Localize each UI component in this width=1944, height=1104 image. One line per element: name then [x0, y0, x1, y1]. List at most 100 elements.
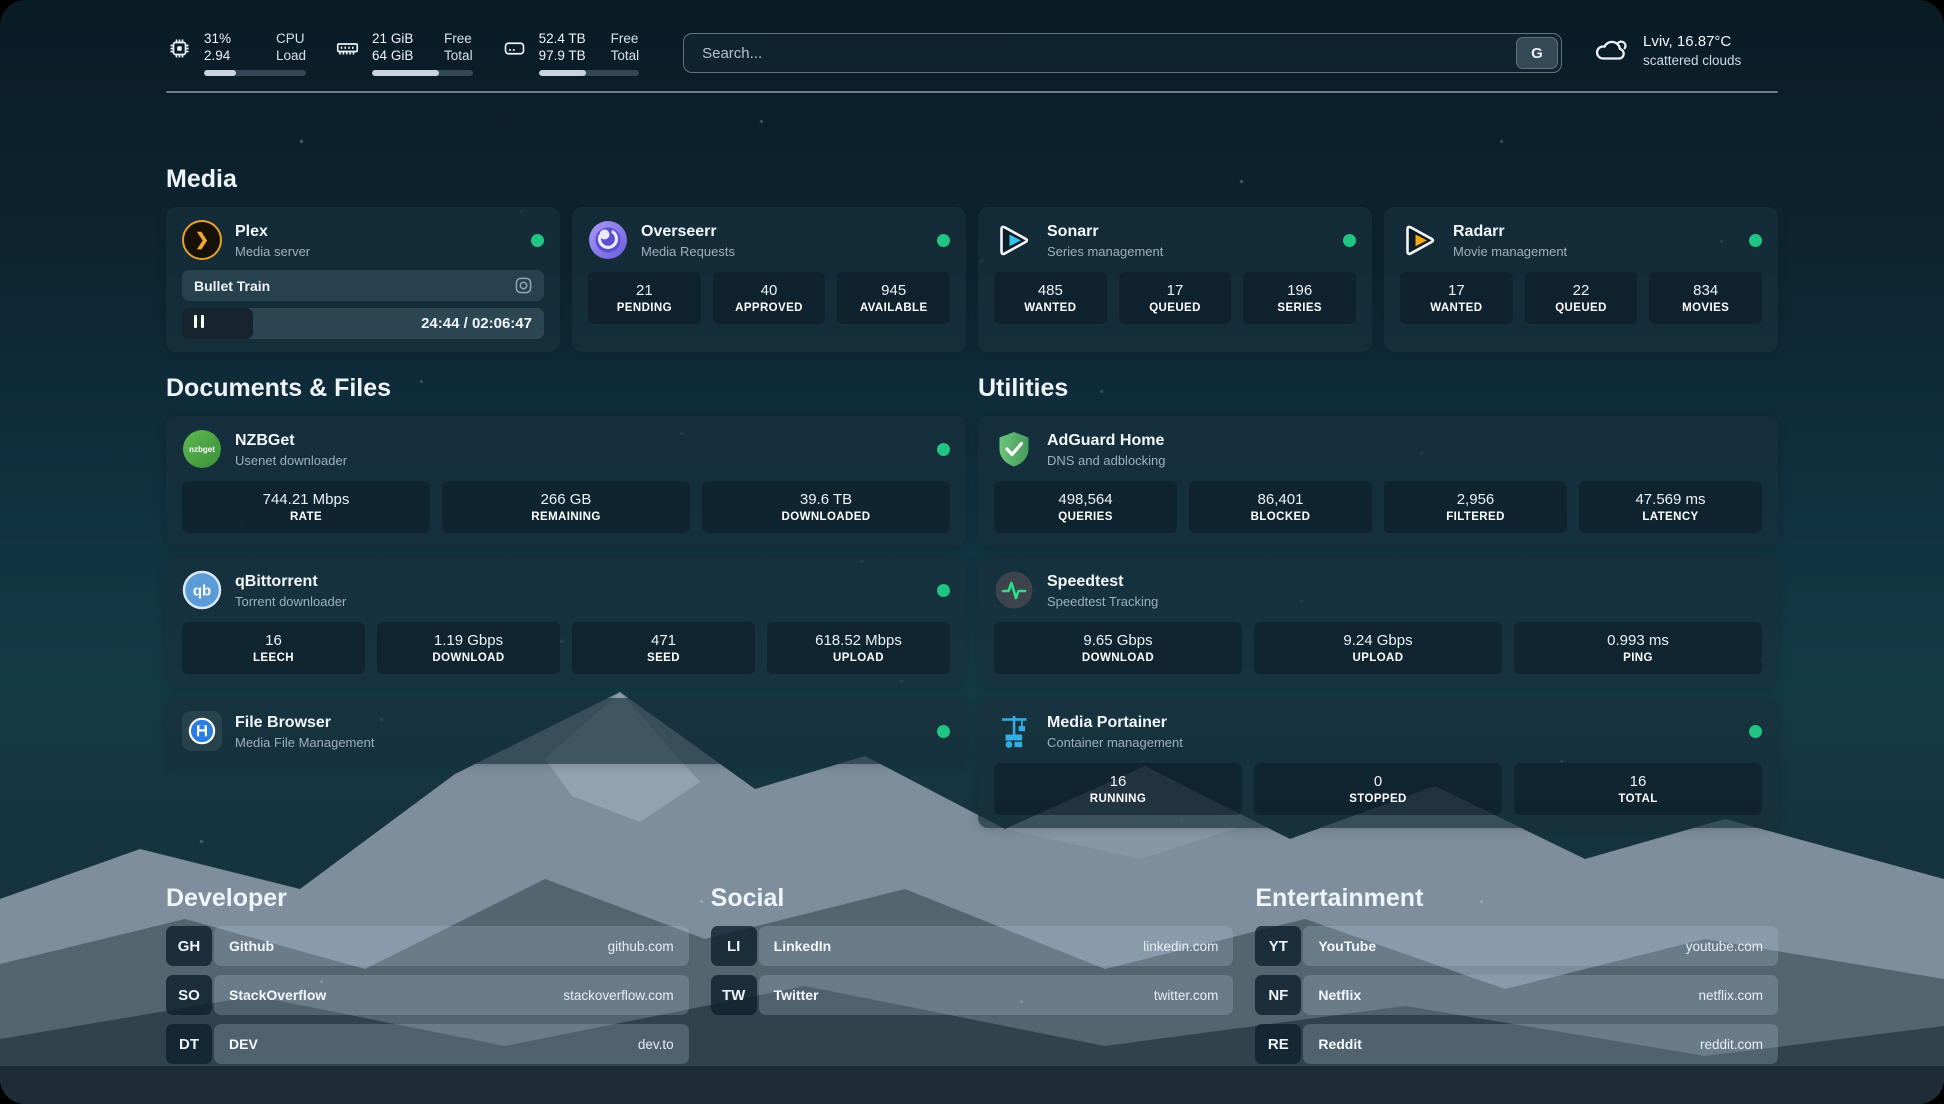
status-dot — [937, 234, 950, 247]
status-dot — [937, 725, 950, 738]
app-desc: Container management — [1047, 735, 1183, 750]
status-dot — [1343, 234, 1356, 247]
app-name: Radarr — [1453, 222, 1567, 242]
cpu-load-value: 2.94 — [204, 47, 256, 64]
plex-card[interactable]: ❯ Plex Media server Bullet Train — [166, 207, 560, 352]
stat-tile: 471 SEED — [572, 622, 755, 674]
radarr-card[interactable]: Radarr Movie management 17 WANTED 22 QUE… — [1384, 207, 1778, 352]
app-name: Speedtest — [1047, 572, 1158, 592]
app-desc: Media server — [235, 244, 310, 259]
stat-tile: 1.19 Gbps DOWNLOAD — [377, 622, 560, 674]
playback-time: 24:44 / 02:06:47 — [421, 308, 532, 339]
app-name: Plex — [235, 222, 310, 242]
disk-total-label: Total — [611, 47, 640, 64]
app-name: Overseerr — [641, 222, 735, 242]
playback-progress-bar[interactable]: 24:44 / 02:06:47 — [182, 308, 544, 339]
ram-free-value: 21 GiB — [372, 30, 424, 47]
speedtest-icon — [994, 570, 1034, 610]
pause-icon — [194, 315, 204, 333]
ram-total-value: 64 GiB — [372, 47, 424, 64]
disk-progress-fill — [539, 70, 586, 76]
section-utilities: Utilities — [978, 374, 1778, 828]
top-bar: 31% 2.94 CPU Load — [166, 30, 1778, 76]
ram-total-label: Total — [444, 47, 473, 64]
overseerr-icon — [588, 220, 628, 260]
status-dot — [937, 584, 950, 597]
svg-text:nzbget: nzbget — [189, 445, 215, 454]
search-bar: G — [683, 33, 1562, 73]
bookmark-twitter[interactable]: TW Twitter twitter.com — [711, 975, 1234, 1015]
cpu-icon — [166, 35, 193, 76]
twitter-abbr-icon: TW — [711, 975, 757, 1015]
app-desc: Media File Management — [235, 735, 374, 750]
portainer-card[interactable]: Media Portainer Container management 16 … — [978, 698, 1778, 828]
stat-tile: 0.993 ms PING — [1514, 622, 1762, 674]
stat-tile: 744.21 Mbps RATE — [182, 481, 430, 533]
disk-total-value: 97.9 TB — [539, 47, 591, 64]
stat-tile: 2,956 FILTERED — [1384, 481, 1567, 533]
social-section-title: Social — [711, 884, 1234, 913]
ram-progress-track — [372, 70, 473, 76]
stat-tile: 16 LEECH — [182, 622, 365, 674]
bookmark-stackoverflow[interactable]: SO StackOverflow stackoverflow.com — [166, 975, 689, 1015]
speedtest-card[interactable]: Speedtest Speedtest Tracking 9.65 Gbps D… — [978, 557, 1778, 687]
app-desc: Torrent downloader — [235, 594, 346, 609]
stat-tile: 0 STOPPED — [1254, 763, 1502, 815]
app-name: Sonarr — [1047, 222, 1163, 242]
cpu-usage-value: 31% — [204, 30, 256, 47]
utilities-section-title: Utilities — [978, 374, 1778, 403]
section-social: Social LI LinkedIn linkedin.com TW Twitt… — [711, 884, 1234, 1064]
playback-progress-fill — [182, 308, 253, 339]
qbittorrent-card[interactable]: qb qBittorrent Torrent downloader — [166, 557, 966, 687]
disk-free-label: Free — [611, 30, 640, 47]
developer-section-title: Developer — [166, 884, 689, 913]
netflix-abbr-icon: NF — [1255, 975, 1301, 1015]
stat-tile: 16 TOTAL — [1514, 763, 1762, 815]
stat-tile: 834 MOVIES — [1649, 272, 1762, 324]
search-input[interactable] — [683, 33, 1562, 73]
stat-tile: 40 APPROVED — [713, 272, 826, 324]
bookmark-github[interactable]: GH Github github.com — [166, 926, 689, 966]
svg-text:qb: qb — [193, 583, 211, 600]
section-developer: Developer GH Github github.com SO StackO… — [166, 884, 689, 1064]
plex-icon: ❯ — [182, 220, 222, 260]
now-playing-title: Bullet Train — [194, 278, 270, 294]
stat-tile: 22 QUEUED — [1525, 272, 1638, 324]
memory-widget: 21 GiB 64 GiB Free Total — [334, 30, 473, 76]
stat-tile: 17 WANTED — [1400, 272, 1513, 324]
stat-tile: 21 PENDING — [588, 272, 701, 324]
stat-tile: 9.24 Gbps UPLOAD — [1254, 622, 1502, 674]
stackoverflow-abbr-icon: SO — [166, 975, 212, 1015]
stat-tile: 17 QUEUED — [1119, 272, 1232, 324]
search-engine-button[interactable]: G — [1516, 37, 1558, 69]
nzbget-card[interactable]: nzbget NZBGet Usenet downloader 74 — [166, 416, 966, 546]
header-divider — [166, 91, 1778, 93]
overseerr-card[interactable]: Overseerr Media Requests 21 PENDING 40 A… — [572, 207, 966, 352]
ram-icon — [334, 35, 361, 76]
app-desc: Speedtest Tracking — [1047, 594, 1158, 609]
reddit-abbr-icon: RE — [1255, 1024, 1301, 1064]
bookmark-reddit[interactable]: RE Reddit reddit.com — [1255, 1024, 1778, 1064]
bookmark-dev[interactable]: DT DEV dev.to — [166, 1024, 689, 1064]
disk-free-value: 52.4 TB — [539, 30, 591, 47]
sonarr-card[interactable]: Sonarr Series management 485 WANTED 17 Q… — [978, 207, 1372, 352]
bookmark-linkedin[interactable]: LI LinkedIn linkedin.com — [711, 926, 1234, 966]
bookmark-netflix[interactable]: NF Netflix netflix.com — [1255, 975, 1778, 1015]
status-dot — [937, 443, 950, 456]
app-name: AdGuard Home — [1047, 431, 1166, 451]
youtube-abbr-icon: YT — [1255, 926, 1301, 966]
app-desc: DNS and adblocking — [1047, 453, 1166, 468]
section-media: Media ❯ Plex Media server Bullet Train — [166, 165, 1778, 352]
app-name: Media Portainer — [1047, 713, 1183, 733]
adguard-card[interactable]: AdGuard Home DNS and adblocking 498,564 … — [978, 416, 1778, 546]
status-dot — [1749, 234, 1762, 247]
filebrowser-card[interactable]: File Browser Media File Management — [166, 698, 966, 764]
stat-tile: 47.569 ms LATENCY — [1579, 481, 1762, 533]
bookmark-youtube[interactable]: YT YouTube youtube.com — [1255, 926, 1778, 966]
stat-tile: 266 GB REMAINING — [442, 481, 690, 533]
stat-tile: 9.65 Gbps DOWNLOAD — [994, 622, 1242, 674]
dev-abbr-icon: DT — [166, 1024, 212, 1064]
nzbget-icon: nzbget — [182, 429, 222, 469]
stat-tile: 39.6 TB DOWNLOADED — [702, 481, 950, 533]
stat-tile: 618.52 Mbps UPLOAD — [767, 622, 950, 674]
